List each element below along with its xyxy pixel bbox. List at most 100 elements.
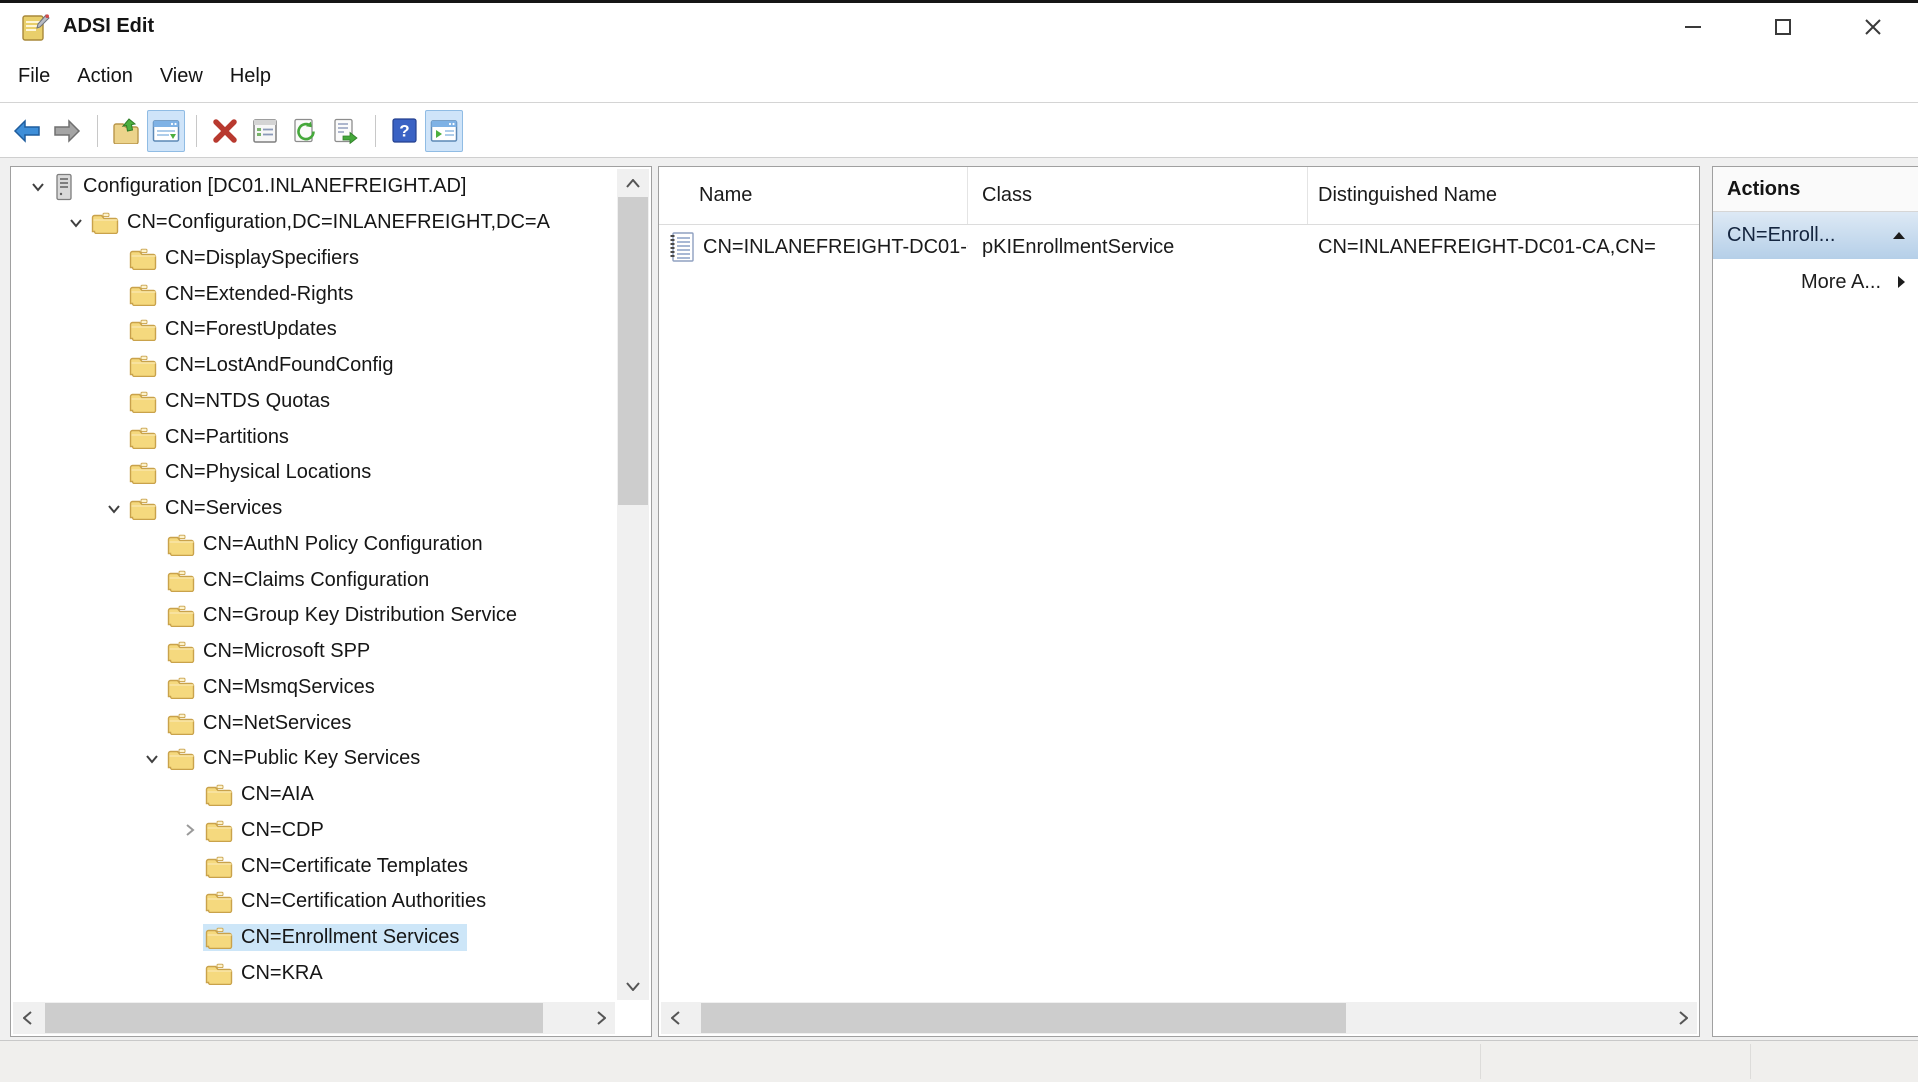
scroll-up-icon[interactable] <box>617 169 649 197</box>
export-list-button[interactable] <box>326 110 364 152</box>
folder-icon <box>167 604 195 627</box>
scroll-left-icon[interactable] <box>661 1002 689 1034</box>
content-area: Configuration [DC01.INLANEFREIGHT.AD] CN=… <box>0 158 1918 1040</box>
tree-horizontal-scrollbar[interactable] <box>13 1002 615 1034</box>
tree-item[interactable]: CN=Partitions <box>13 419 615 455</box>
folder-icon <box>129 390 157 413</box>
tree-item[interactable]: CN=AIA <box>13 777 615 813</box>
chevron-right-icon[interactable] <box>177 823 203 837</box>
tree-vertical-scrollbar[interactable] <box>617 169 649 1000</box>
tree-item[interactable]: CN=Public Key Services <box>13 741 615 777</box>
tree-item-label: Configuration [DC01.INLANEFREIGHT.AD] <box>83 175 466 198</box>
tree-item[interactable]: CN=Certificate Templates <box>13 848 615 884</box>
actions-group-label: CN=Enroll... <box>1727 224 1892 247</box>
tree-vertical-scroll-thumb[interactable] <box>618 197 648 505</box>
minimize-icon <box>1683 17 1703 37</box>
title-bar: ADSI Edit <box>0 3 1918 50</box>
tree-item-label: CN=Claims Configuration <box>203 569 429 592</box>
tree-item[interactable]: CN=Microsoft SPP <box>13 634 615 670</box>
menu-help[interactable]: Help <box>230 65 271 88</box>
tree-item[interactable]: CN=DisplaySpecifiers <box>13 241 615 277</box>
svg-text:?: ? <box>399 122 409 141</box>
actions-group-header[interactable]: CN=Enroll... <box>1713 212 1918 259</box>
status-separator <box>1480 1044 1481 1079</box>
scroll-left-icon[interactable] <box>13 1002 41 1034</box>
up-one-level-icon <box>112 118 140 144</box>
list-cell-name: CN=INLANEFREIGHT-DC01-CA <box>703 236 968 259</box>
object-icon <box>667 231 695 263</box>
folder-icon <box>205 926 233 949</box>
actions-pane: Actions CN=Enroll... More A... <box>1712 166 1918 1037</box>
tree-item[interactable]: CN=KRA <box>13 956 615 992</box>
tree-item[interactable]: CN=MsmqServices <box>13 670 615 706</box>
up-one-level-button[interactable] <box>107 110 145 152</box>
properties-icon <box>252 118 278 144</box>
column-header-class[interactable]: Class <box>968 167 1308 224</box>
more-actions-item[interactable]: More A... <box>1713 259 1918 305</box>
tree-item[interactable]: Configuration [DC01.INLANEFREIGHT.AD] <box>13 169 615 205</box>
tree-item[interactable]: CN=NetServices <box>13 705 615 741</box>
tree-item[interactable]: CN=Enrollment Services <box>13 920 615 956</box>
tree-item[interactable]: CN=Claims Configuration <box>13 562 615 598</box>
tree-item[interactable]: CN=Configuration,DC=INLANEFREIGHT,DC=A <box>13 205 615 241</box>
tree-item[interactable]: CN=Certification Authorities <box>13 884 615 920</box>
close-icon <box>1863 17 1883 37</box>
chevron-down-icon[interactable] <box>101 504 127 514</box>
show-console-tree-button[interactable] <box>147 110 185 152</box>
forward-button[interactable] <box>48 110 86 152</box>
column-header-name[interactable]: Name <box>659 167 968 224</box>
tree-item[interactable]: CN=Services <box>13 491 615 527</box>
list-horizontal-scroll-thumb[interactable] <box>701 1003 1346 1033</box>
folder-icon <box>91 211 119 234</box>
menu-file[interactable]: File <box>18 65 50 88</box>
folder-icon <box>129 283 157 306</box>
list-horizontal-scrollbar[interactable] <box>661 1002 1697 1034</box>
tree-item-label: CN=Physical Locations <box>165 461 371 484</box>
refresh-button[interactable] <box>286 110 324 152</box>
tree-item[interactable]: CN=Extended-Rights <box>13 276 615 312</box>
tree-item-label: CN=Public Key Services <box>203 747 420 770</box>
tree-item-label: CN=ForestUpdates <box>165 318 337 341</box>
console-tree-pane: Configuration [DC01.INLANEFREIGHT.AD] CN=… <box>10 166 652 1037</box>
tree-item[interactable]: CN=CDP <box>13 813 615 849</box>
list-cell-distinguished-name: CN=INLANEFREIGHT-DC01-CA,CN= <box>1308 236 1699 259</box>
tree-horizontal-scroll-thumb[interactable] <box>45 1003 543 1033</box>
tree-item[interactable]: CN=Group Key Distribution Service <box>13 598 615 634</box>
scroll-right-icon[interactable] <box>587 1002 615 1034</box>
status-bar <box>0 1040 1918 1082</box>
menu-view[interactable]: View <box>160 65 203 88</box>
minimize-button[interactable] <box>1648 3 1738 50</box>
scroll-down-icon[interactable] <box>617 972 649 1000</box>
back-button[interactable] <box>8 110 46 152</box>
folder-icon <box>205 855 233 878</box>
scroll-right-icon[interactable] <box>1669 1002 1697 1034</box>
column-header-distinguished-name[interactable]: Distinguished Name <box>1308 167 1699 224</box>
chevron-down-icon[interactable] <box>63 218 89 228</box>
tree-item-label: CN=Certification Authorities <box>241 890 486 913</box>
tree-item-label: CN=AIA <box>241 783 314 806</box>
tree-item-label: CN=KRA <box>241 962 323 985</box>
tree-item-label: CN=NetServices <box>203 712 351 735</box>
tree-item[interactable]: CN=AuthN Policy Configuration <box>13 527 615 563</box>
delete-button[interactable] <box>206 110 244 152</box>
chevron-down-icon[interactable] <box>25 182 51 192</box>
tree-item-label: CN=Certificate Templates <box>241 855 468 878</box>
maximize-button[interactable] <box>1738 3 1828 50</box>
menu-action[interactable]: Action <box>77 65 133 88</box>
tree-item[interactable]: CN=Physical Locations <box>13 455 615 491</box>
list-row[interactable]: CN=INLANEFREIGHT-DC01-CA pKIEnrollmentSe… <box>659 227 1699 267</box>
back-icon <box>13 119 41 143</box>
tree-item[interactable]: CN=ForestUpdates <box>13 312 615 348</box>
tree-item-label: CN=DisplaySpecifiers <box>165 247 359 270</box>
chevron-down-icon[interactable] <box>139 754 165 764</box>
tree-item-label: CN=NTDS Quotas <box>165 390 330 413</box>
adsi-edit-app-icon[interactable] <box>20 12 50 42</box>
tree-item[interactable]: CN=LostAndFoundConfig <box>13 348 615 384</box>
show-action-pane-button[interactable] <box>425 110 463 152</box>
tree-item[interactable]: CN=NTDS Quotas <box>13 384 615 420</box>
folder-icon <box>129 461 157 484</box>
toolbar: ? <box>0 104 1918 158</box>
help-button[interactable]: ? <box>385 110 423 152</box>
properties-button[interactable] <box>246 110 284 152</box>
close-button[interactable] <box>1828 3 1918 50</box>
